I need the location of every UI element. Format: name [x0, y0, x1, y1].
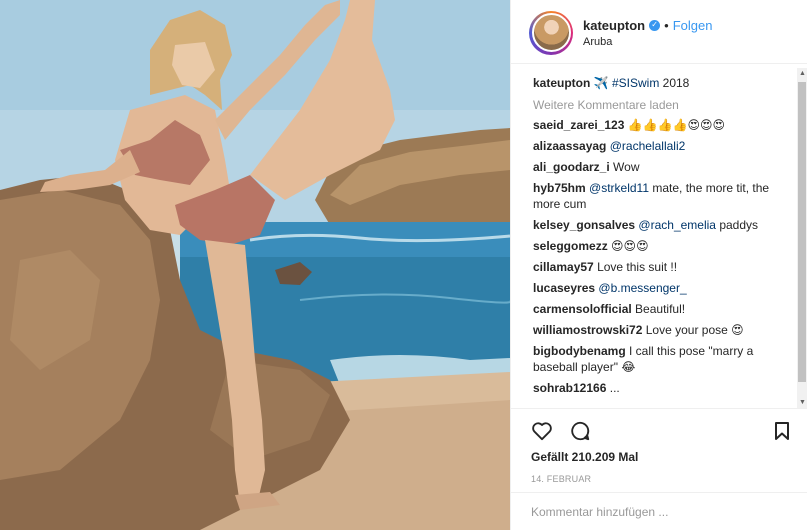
comment-username[interactable]: seleggomezz	[533, 239, 608, 253]
comment-emoji: 😍😍😍	[611, 239, 649, 253]
follow-button[interactable]: Folgen	[673, 18, 713, 33]
comment-item: cillamay57 Love this suit !!	[533, 259, 784, 275]
comment-username[interactable]: alizaassayag	[533, 139, 606, 153]
post-photo[interactable]	[0, 0, 510, 530]
comment-mention[interactable]: @strkeld11	[589, 181, 649, 195]
photo-illustration	[0, 0, 510, 530]
airplane-emoji-icon: ✈️	[593, 76, 609, 90]
comment-username[interactable]: williamostrowski72	[533, 323, 642, 337]
comment-username[interactable]: ali_goodarz_i	[533, 160, 610, 174]
comment-text: Beautiful!	[635, 302, 686, 316]
comment-item: hyb75hm @strkeld11 mate, the more tit, t…	[533, 180, 784, 212]
comment-items: saeid_zarei_123 👍👍👍👍😍😍😍 alizaassayag @rac…	[533, 117, 784, 396]
comment-item: ali_goodarz_i Wow	[533, 159, 784, 175]
comment-username[interactable]: carmensolofficial	[533, 302, 632, 316]
scrollbar-thumb[interactable]	[798, 82, 806, 382]
add-comment-bar	[511, 492, 807, 530]
separator-dot: •	[664, 17, 669, 33]
comment-username[interactable]: hyb75hm	[533, 181, 586, 195]
caption: kateupton ✈️ #SISwim 2018	[533, 76, 784, 90]
comments-scrollbar[interactable]: ▲ ▼	[797, 68, 807, 408]
comment-emoji: 👍👍👍👍😍😍😍	[627, 118, 726, 132]
comment-emoji: 😂	[621, 360, 636, 374]
post-header: kateupton ✓ • Folgen Aruba	[511, 0, 807, 64]
caption-year: 2018	[659, 76, 690, 90]
comment-item: bigbodybenamg I call this pose "marry a …	[533, 343, 784, 375]
comment-mention[interactable]: @rach_emelia	[638, 218, 716, 232]
comment-item: sohrab12166 ...	[533, 380, 784, 396]
avatar-story-ring[interactable]	[529, 10, 573, 55]
comment-text: Love this suit !!	[597, 260, 678, 274]
comment-mention[interactable]: @b.messenger_	[598, 281, 686, 295]
comment-text: Love your pose	[645, 323, 732, 337]
comment-username[interactable]: bigbodybenamg	[533, 344, 626, 358]
add-comment-input[interactable]	[531, 504, 788, 519]
likes-count[interactable]: Gefällt 210.209 Mal	[531, 450, 790, 464]
scroll-up-arrow-icon[interactable]: ▲	[799, 70, 806, 77]
comment-username[interactable]: kelsey_gonsalves	[533, 218, 635, 232]
comment-item: williamostrowski72 Love your pose 😍	[533, 322, 784, 338]
header-text: kateupton ✓ • Folgen Aruba	[583, 18, 712, 48]
comment-username[interactable]: saeid_zarei_123	[533, 118, 624, 132]
location-link[interactable]: Aruba	[583, 36, 712, 48]
comment-item: alizaassayag @rachelallali2	[533, 138, 784, 154]
post-dialog: kateupton ✓ • Folgen Aruba kateupton ✈️ …	[0, 0, 807, 530]
comment-mention[interactable]: @rachelallali2	[610, 139, 686, 153]
comment-text: paddys	[715, 218, 759, 232]
action-icons	[531, 417, 790, 445]
comment-text: Wow	[613, 160, 640, 174]
post-actions: Gefällt 210.209 Mal 14. FEBRUAR	[511, 408, 807, 492]
comment-username[interactable]: cillamay57	[533, 260, 594, 274]
caption-hashtag[interactable]: #SISwim	[612, 76, 659, 90]
post-sidebar: kateupton ✓ • Folgen Aruba kateupton ✈️ …	[510, 0, 807, 530]
bookmark-icon[interactable]	[774, 421, 790, 441]
comment-item: saeid_zarei_123 👍👍👍👍😍😍😍	[533, 117, 784, 133]
caption-username[interactable]: kateupton	[533, 76, 590, 90]
load-more-comments-button[interactable]: Weitere Kommentare laden	[533, 98, 784, 112]
verified-badge-icon: ✓	[649, 19, 661, 31]
post-date: 14. FEBRUAR	[531, 474, 592, 484]
scroll-down-arrow-icon[interactable]: ▼	[799, 399, 806, 406]
likes-text[interactable]: Gefällt 210.209 Mal	[531, 450, 638, 464]
comment-username[interactable]: lucaseyres	[533, 281, 595, 295]
comment-emoji: 😍	[731, 323, 744, 337]
comment-item: seleggomezz 😍😍😍	[533, 238, 784, 254]
comment-text: ...	[609, 381, 620, 395]
avatar[interactable]	[531, 13, 571, 52]
comment-item: carmensolofficial Beautiful!	[533, 301, 784, 317]
heart-icon[interactable]	[531, 421, 553, 441]
comment-item: kelsey_gonsalves @rach_emelia paddys	[533, 217, 784, 233]
comments-list[interactable]: kateupton ✈️ #SISwim 2018 Weitere Kommen…	[511, 64, 807, 408]
header-username[interactable]: kateupton	[583, 18, 645, 33]
comment-username[interactable]: sohrab12166	[533, 381, 606, 395]
comment-icon[interactable]	[569, 420, 591, 442]
comment-item: lucaseyres @b.messenger_	[533, 280, 784, 296]
